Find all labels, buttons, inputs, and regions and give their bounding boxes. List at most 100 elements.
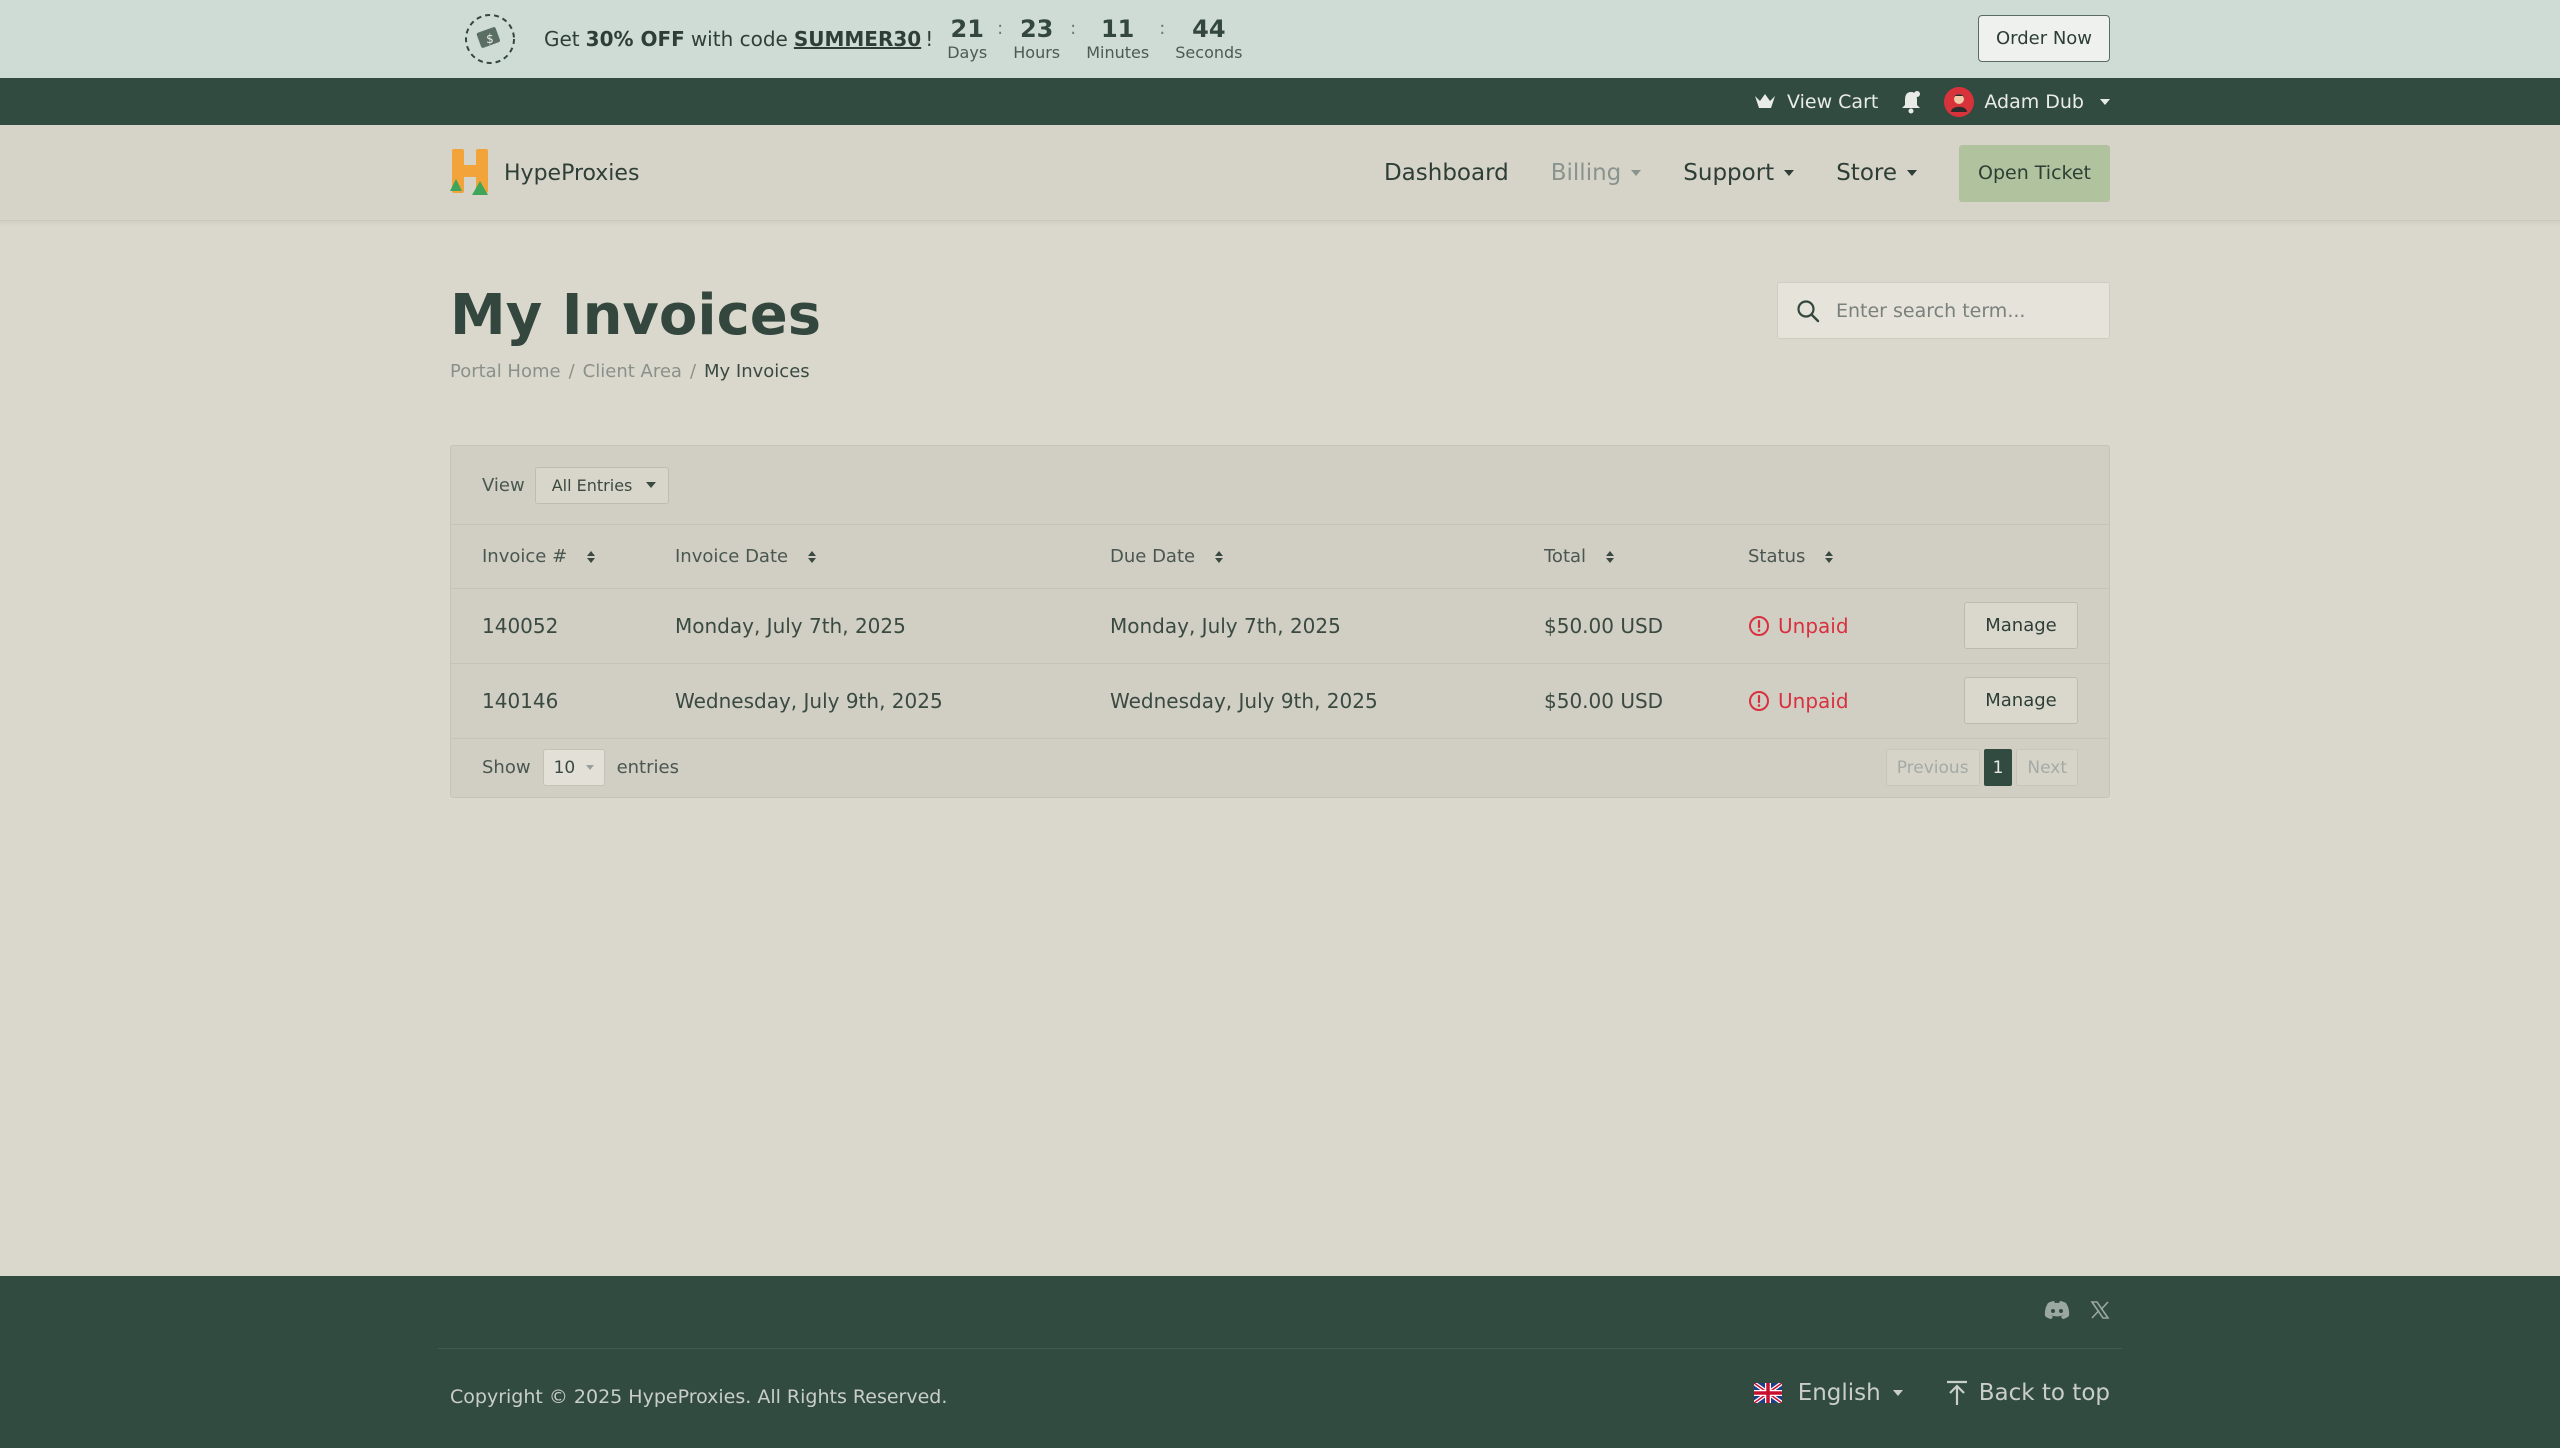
pagination-next[interactable]: Next: [2016, 749, 2078, 786]
chevron-down-icon: [1892, 1390, 1903, 1396]
table-row[interactable]: 140146 Wednesday, July 9th, 2025 Wednesd…: [451, 663, 2109, 739]
invoice-date: Monday, July 7th, 2025: [675, 588, 1110, 664]
promo-text: Get 30% OFF with code SUMMER30 !: [544, 27, 933, 51]
invoice-date: Wednesday, July 9th, 2025: [675, 663, 1110, 739]
svg-text:$: $: [486, 32, 494, 46]
countdown-hours: 23 Hours: [1013, 15, 1061, 62]
sort-icon: [1214, 550, 1223, 563]
nav-dashboard[interactable]: Dashboard: [1384, 160, 1509, 186]
pagination-previous[interactable]: Previous: [1885, 749, 1980, 786]
view-select-value: All Entries: [551, 475, 633, 495]
chevron-down-icon: [2100, 98, 2110, 105]
invoice-total: $50.00 USD: [1544, 663, 1748, 739]
breadcrumb-separator: /: [689, 361, 697, 382]
copyright: Copyright © 2025 HypeProxies. All Rights…: [450, 1386, 948, 1408]
brand-name: HypeProxies: [504, 160, 640, 186]
status-badge: Unpaid: [1748, 689, 1932, 713]
nav-store[interactable]: Store: [1836, 160, 1917, 186]
table-header-row: Invoice # Invoice Date Due Date Total St…: [451, 525, 2109, 589]
chevron-down-icon: [1784, 170, 1795, 176]
breadcrumb: Portal Home / Client Area / My Invoices: [450, 361, 810, 382]
chevron-down-icon: [585, 765, 594, 770]
col-actions: [1932, 525, 2109, 589]
due-date: Monday, July 7th, 2025: [1110, 588, 1544, 664]
manage-button[interactable]: Manage: [1964, 602, 2078, 649]
discord-icon[interactable]: [2044, 1300, 2070, 1320]
manage-button[interactable]: Manage: [1964, 677, 2078, 724]
breadcrumb-client-area[interactable]: Client Area: [583, 361, 682, 382]
alert-circle-icon: [1749, 690, 1769, 711]
nav-billing[interactable]: Billing: [1551, 160, 1642, 186]
language-selector[interactable]: English: [1753, 1380, 1903, 1406]
breadcrumb-separator: /: [568, 361, 575, 382]
promo-discount: 30% OFF: [585, 27, 685, 51]
discount-timer-icon: $: [465, 14, 515, 64]
sort-icon: [586, 550, 595, 563]
col-total[interactable]: Total: [1544, 525, 1748, 589]
primary-nav: Dashboard Billing Support Store Open Tic…: [1384, 144, 2110, 202]
countdown-minutes: 11 Minutes: [1086, 15, 1150, 62]
breadcrumb-current: My Invoices: [704, 361, 810, 382]
search-box: [1777, 282, 2110, 339]
language-label: English: [1797, 1380, 1881, 1406]
brand-logo: [450, 149, 488, 195]
table-footer: Show 10 entries Previous 1 Next: [451, 739, 2109, 797]
promo-code: SUMMER30: [793, 27, 922, 51]
col-invoice-number[interactable]: Invoice #: [451, 525, 675, 589]
top-bar: View Cart Adam Dub: [0, 78, 2560, 125]
col-invoice-date[interactable]: Invoice Date: [675, 525, 1110, 589]
view-select[interactable]: All Entries: [534, 466, 670, 504]
nav-support-label: Support: [1683, 160, 1775, 186]
breadcrumb-portal-home[interactable]: Portal Home: [450, 361, 561, 382]
status-badge: Unpaid: [1748, 614, 1932, 638]
invoice-total: $50.00 USD: [1544, 588, 1748, 664]
countdown-days: 21 Days: [947, 15, 988, 62]
entries-label: entries: [616, 757, 679, 778]
user-name: Adam Dub: [1984, 90, 2084, 113]
invoices-table: Invoice # Invoice Date Due Date Total St…: [451, 525, 2109, 739]
page-header: My Invoices Portal Home / Client Area / …: [450, 221, 2110, 445]
countdown: 21 Days : 23 Hours : 11 Minutes : 44 Sec…: [943, 15, 1246, 63]
footer: Copyright © 2025 HypeProxies. All Rights…: [0, 1276, 2560, 1448]
social-links: [2044, 1300, 2110, 1320]
footer-actions: English Back to top: [1753, 1380, 2110, 1406]
col-due-date[interactable]: Due Date: [1110, 525, 1544, 589]
uk-flag-icon: [1753, 1383, 1782, 1403]
sort-icon: [1605, 550, 1614, 563]
view-cart-link[interactable]: View Cart: [1753, 91, 1878, 113]
pagination-page-1[interactable]: 1: [1983, 749, 2013, 786]
sort-icon: [1825, 550, 1834, 563]
back-to-top-icon: [1946, 1380, 1967, 1405]
invoice-status: Unpaid: [1748, 663, 1932, 739]
show-label: Show: [482, 757, 531, 778]
back-to-top-link[interactable]: Back to top: [1945, 1380, 2110, 1406]
x-icon[interactable]: [2090, 1300, 2110, 1320]
entries-length-select[interactable]: 10: [542, 749, 605, 786]
chevron-down-icon: [646, 482, 657, 488]
countdown-separator: :: [997, 18, 1004, 39]
open-ticket-button[interactable]: Open Ticket: [1959, 144, 2110, 202]
sort-icon: [807, 550, 816, 563]
view-filter: View All Entries: [451, 446, 2109, 525]
user-menu[interactable]: Adam Dub: [1944, 86, 2110, 117]
countdown-separator: :: [1159, 18, 1166, 39]
alert-circle-icon: [1749, 615, 1769, 636]
brand[interactable]: HypeProxies: [450, 147, 639, 199]
chevron-down-icon: [1907, 170, 1917, 176]
avatar: [1944, 86, 1975, 117]
page-title: My Invoices: [450, 283, 822, 348]
nav-store-label: Store: [1836, 160, 1897, 186]
invoice-status: Unpaid: [1748, 588, 1932, 664]
promo-mid: with code: [690, 27, 788, 51]
main-navbar: HypeProxies Dashboard Billing Support St…: [0, 125, 2560, 221]
view-label: View: [482, 474, 525, 496]
table-row[interactable]: 140052 Monday, July 7th, 2025 Monday, Ju…: [451, 588, 2109, 664]
col-status[interactable]: Status: [1748, 525, 1932, 589]
promo-suffix: !: [925, 27, 934, 51]
bell-icon[interactable]: [1900, 90, 1922, 114]
search-input[interactable]: [1836, 299, 2086, 322]
cart-icon: [1755, 93, 1776, 108]
nav-support[interactable]: Support: [1683, 160, 1795, 186]
invoice-number: 140052: [451, 588, 675, 664]
order-now-button[interactable]: Order Now: [1978, 15, 2110, 62]
